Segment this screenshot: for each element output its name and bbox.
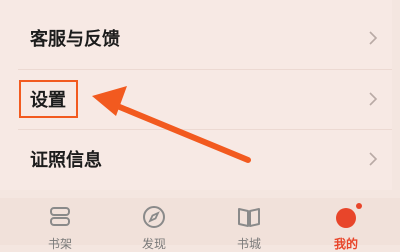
menu-item-label: 证照信息: [30, 150, 102, 171]
tab-label: 书架: [47, 237, 72, 251]
chevron-right-icon: [369, 31, 378, 45]
notification-dot: [356, 203, 362, 209]
bottom-tab-bar: 书架 发现 书城 我的: [0, 198, 400, 251]
chevron-right-icon: [369, 152, 378, 166]
tab-label: 发现: [141, 237, 166, 251]
chevron-right-icon: [369, 92, 378, 106]
book-icon: [238, 208, 260, 227]
tab-label: 书城: [236, 237, 261, 251]
tab-discover[interactable]: 发现: [104, 198, 204, 251]
tab-label: 我的: [333, 237, 358, 251]
menu-item-customer-service[interactable]: 客服与反馈: [0, 8, 392, 68]
bookshelf-icon: [50, 207, 70, 226]
annotation-highlight-box: [19, 80, 78, 118]
tab-mine[interactable]: 我的: [296, 198, 396, 251]
profile-icon: [336, 208, 356, 228]
tab-bookstore[interactable]: 书城: [199, 198, 299, 251]
menu-item-license-info[interactable]: 证照信息: [0, 129, 392, 189]
compass-icon: [143, 206, 165, 228]
tab-bookshelf[interactable]: 书架: [10, 198, 110, 251]
menu-item-label: 客服与反馈: [30, 29, 120, 50]
